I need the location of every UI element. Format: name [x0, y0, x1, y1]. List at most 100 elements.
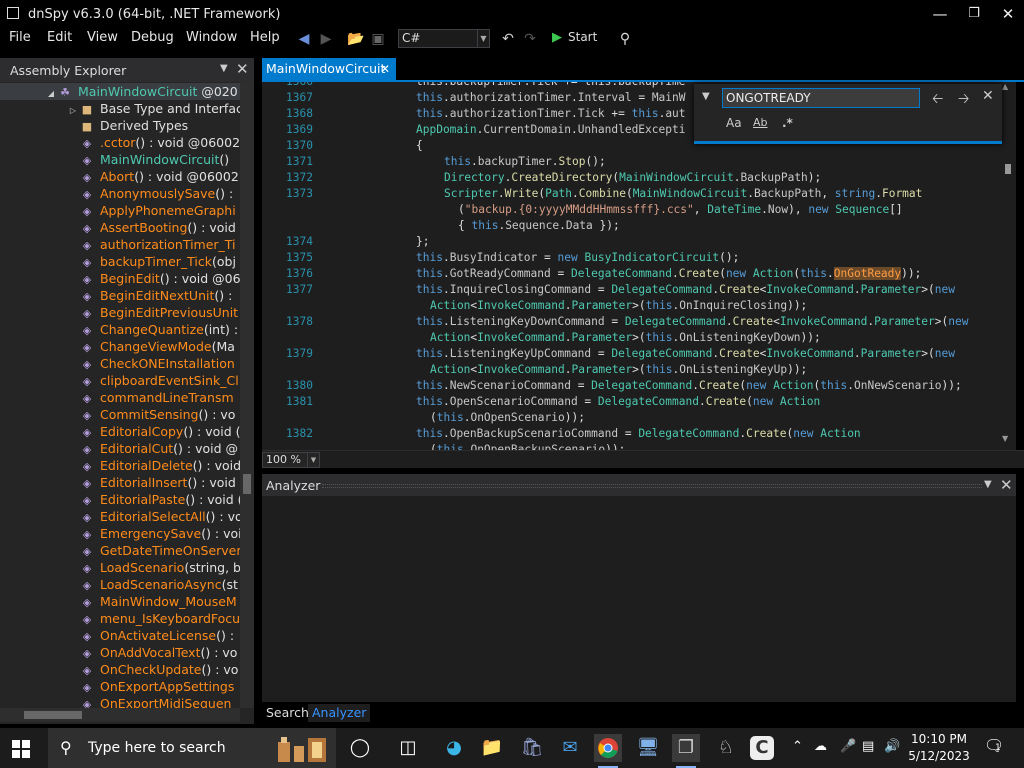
menu-edit[interactable]: Edit — [47, 30, 72, 45]
taskbar-clock[interactable]: 10:10 PM 5/12/2023 — [906, 731, 972, 765]
tree-item[interactable]: ◈ clipboardEventSink_Cl — [0, 372, 240, 389]
app-c-icon[interactable]: C — [750, 736, 774, 760]
redo-icon[interactable]: ↷ — [521, 30, 539, 48]
tree-item[interactable]: ◈ BeginEditPreviousUnit — [0, 304, 240, 321]
close-icon[interactable]: ✕ — [236, 60, 249, 78]
tree-item[interactable]: ◈ BeginEdit() : void @06 — [0, 270, 240, 287]
onedrive-icon[interactable]: ☁ — [814, 739, 827, 754]
start-button[interactable]: ▶ Start — [552, 30, 597, 48]
tab-mainwindowcircuit[interactable]: MainWindowCircuit ✕ — [262, 58, 396, 80]
drag-grip[interactable] — [322, 484, 982, 488]
save-icon[interactable]: ▣ — [369, 30, 387, 48]
tree-item[interactable]: ◈ ChangeViewMode(Ma — [0, 338, 240, 355]
tree-item[interactable]: ◈ OnAddVocalText() : vo — [0, 644, 240, 661]
tree-item[interactable]: ■ Derived Types — [0, 117, 240, 134]
tree-item[interactable]: ◈ CommitSensing() : vo — [0, 406, 240, 423]
microphone-icon[interactable]: 🎤 — [840, 739, 856, 754]
tree-item[interactable]: ◢ ☘ MainWindowCircuit @020 — [0, 83, 240, 100]
next-match-icon[interactable]: 🡢 — [958, 88, 969, 112]
open-folder-icon[interactable]: 📂 — [347, 30, 365, 48]
taskbar-search-box[interactable]: ⚲ Type here to search — [48, 728, 336, 768]
tree-item[interactable]: ◈ MainWindow_MouseM — [0, 593, 240, 610]
search-icon[interactable]: ⚲ — [616, 30, 634, 48]
store-icon[interactable]: 🛍 — [518, 734, 546, 762]
menu-window[interactable]: Window — [186, 30, 237, 45]
menu-view[interactable]: View — [87, 30, 118, 45]
menu-debug[interactable]: Debug — [131, 30, 174, 45]
close-icon[interactable]: ✕ — [1000, 476, 1013, 494]
tree-item[interactable]: ◈ MainWindowCircuit() — [0, 151, 240, 168]
tree-item[interactable]: ◈ OnExportAppSettings — [0, 678, 240, 695]
tree-item[interactable]: ◈ ChangeQuantize(int) : — [0, 321, 240, 338]
close-button[interactable]: ✕ — [994, 4, 1022, 24]
tree-item[interactable]: ◈ GetDateTimeOnServer — [0, 542, 240, 559]
tree-item[interactable]: ◈ .cctor() : void @06002 — [0, 134, 240, 151]
character-app-icon[interactable]: ♘ — [712, 734, 740, 762]
match-case-toggle[interactable]: Aa — [726, 116, 742, 130]
tree-item[interactable]: ◈ menu_IsKeyboardFocu — [0, 610, 240, 627]
scrollbar-thumb[interactable] — [243, 474, 251, 494]
tree-item[interactable]: ◈ Abort() : void @06002 — [0, 168, 240, 185]
notifications-icon[interactable]: 🗨 1 — [984, 736, 1004, 755]
volume-icon[interactable]: 🔊 — [884, 739, 900, 754]
tree-item[interactable]: ◈ LoadScenario(string, b — [0, 559, 240, 576]
tree-item[interactable]: ◈ CheckONEInstallation — [0, 355, 240, 372]
close-icon[interactable]: ✕ — [982, 88, 994, 104]
language-select[interactable]: C# ▼ — [398, 29, 490, 48]
tree-item[interactable]: ◈ AnonymouslySave() : — [0, 185, 240, 202]
tree-item[interactable]: ◈ backupTimer_Tick(obj — [0, 253, 240, 270]
maximize-button[interactable]: ❐ — [960, 4, 988, 24]
file-explorer-icon[interactable]: 📁 — [478, 734, 506, 762]
remote-desktop-icon[interactable]: 🖥 — [634, 734, 662, 762]
tree-item[interactable]: ◈ EditorialInsert() : void — [0, 474, 240, 491]
regex-toggle[interactable]: .* — [782, 116, 793, 130]
tab-analyzer[interactable]: Analyzer — [308, 704, 371, 722]
scroll-down-icon[interactable]: ▼ — [1002, 434, 1008, 443]
tree-item[interactable]: ◈ EditorialDelete() : void — [0, 457, 240, 474]
explorer-vertical-scrollbar[interactable] — [240, 82, 254, 708]
find-input[interactable] — [722, 88, 920, 108]
task-view-icon[interactable]: ◫ — [394, 734, 422, 762]
tree-item[interactable]: ◈ LoadScenarioAsync(st — [0, 576, 240, 593]
chevron-down-icon[interactable]: ▼ — [702, 91, 710, 102]
mail-icon[interactable]: ✉ — [556, 734, 584, 762]
tree-item[interactable]: ◈ OnExportMidiSequen — [0, 695, 240, 708]
tray-overflow-icon[interactable]: ⌃ — [792, 739, 803, 754]
tab-search[interactable]: Search — [262, 704, 313, 722]
tree-item[interactable]: ◈ OnActivateLicense() : — [0, 627, 240, 644]
tree-item[interactable]: ▷ ■ Base Type and Interfac — [0, 100, 240, 117]
chrome-icon[interactable] — [594, 734, 622, 768]
back-icon[interactable]: ◀ — [295, 30, 313, 48]
assembly-tree[interactable]: ◢ ☘ MainWindowCircuit @020 ▷ ■ Base Type and … — [0, 82, 240, 708]
tree-item[interactable]: ◈ authorizationTimer_Ti — [0, 236, 240, 253]
tree-item[interactable]: ◈ EditorialCopy() : void ( — [0, 423, 240, 440]
menu-help[interactable]: Help — [250, 30, 280, 45]
tree-item[interactable]: ◈ EditorialPaste() : void ( — [0, 491, 240, 508]
editor-vertical-scrollbar[interactable]: ▲ ▼ — [1000, 82, 1016, 450]
tree-item[interactable]: ◈ EditorialCut() : void @ — [0, 440, 240, 457]
expander-icon[interactable]: ◢ — [0, 85, 58, 100]
whole-word-toggle[interactable]: Ab — [753, 116, 768, 129]
menu-file[interactable]: File — [9, 30, 31, 45]
tree-item[interactable]: ◈ ApplyPhonemeGraphi — [0, 202, 240, 219]
undo-icon[interactable]: ↶ — [499, 30, 517, 48]
zoom-select[interactable]: 100 % ▼ — [262, 452, 320, 468]
cortana-icon[interactable]: ◯ — [346, 734, 374, 762]
tree-item[interactable]: ◈ EmergencySave() : voi — [0, 525, 240, 542]
network-icon[interactable]: ▤ — [862, 739, 874, 754]
close-icon[interactable]: ✕ — [380, 58, 390, 80]
minimize-button[interactable]: — — [926, 4, 954, 24]
dnspy-taskbar-icon[interactable]: ❐ — [672, 734, 700, 768]
tree-item[interactable]: ◈ commandLineTransm — [0, 389, 240, 406]
chevron-down-icon[interactable]: ▼ — [220, 63, 228, 74]
forward-icon[interactable]: ▶ — [317, 30, 335, 48]
edge-icon[interactable]: ◕ — [440, 734, 468, 762]
tree-item[interactable]: ◈ OnCheckUpdate() : vo — [0, 661, 240, 678]
scrollbar-thumb[interactable] — [1005, 164, 1011, 174]
expander-icon[interactable]: ▷ — [0, 102, 80, 117]
tree-item[interactable]: ◈ BeginEditNextUnit() : — [0, 287, 240, 304]
chevron-down-icon[interactable]: ▼ — [984, 479, 992, 490]
windows-start-icon[interactable] — [12, 740, 30, 758]
explorer-horizontal-scrollbar[interactable] — [0, 708, 240, 722]
previous-match-icon[interactable]: 🡠 — [932, 88, 943, 112]
